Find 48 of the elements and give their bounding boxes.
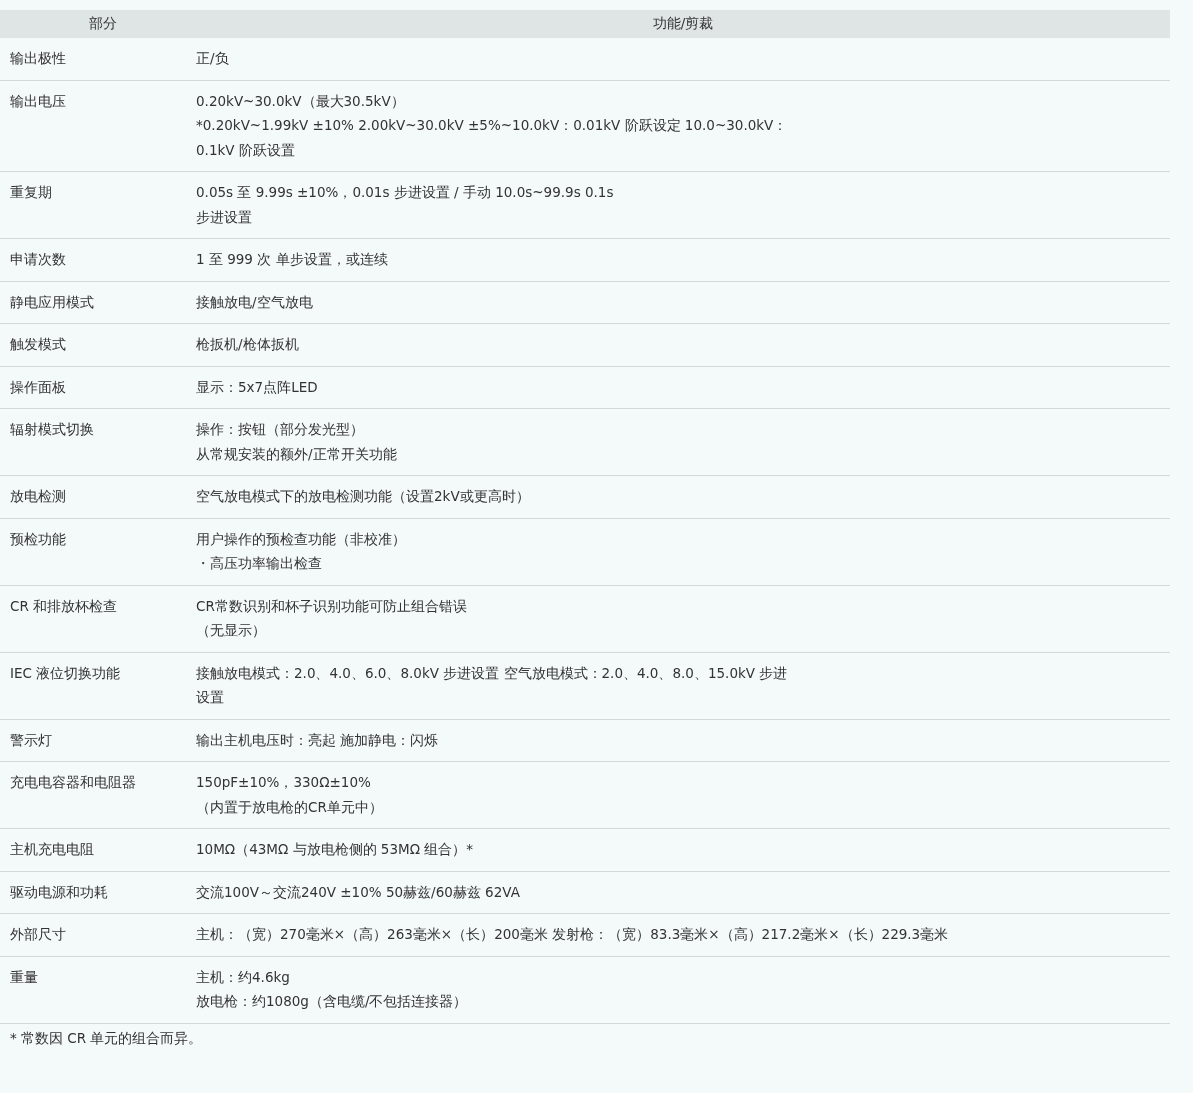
spec-label: 驱动电源和功耗: [9, 882, 109, 902]
spec-value: 放电枪：约1080g（含电缆/不包括连接器）: [196, 992, 469, 1011]
spec-value: 从常规安装的额外/正常开关功能: [196, 444, 398, 464]
spec-value: CR常数识别和杯子识别功能可防止组合错误: [196, 596, 468, 616]
spec-label: 重复期: [9, 183, 53, 202]
spec-value: 0.1kV 阶跃设置: [196, 140, 296, 160]
spec-value: 用户操作的预检查功能（非校准）: [196, 529, 407, 549]
spec-value: 交流100V～交流240V ±10% 50赫兹/60赫兹 62VA: [196, 882, 521, 902]
spec-value: 10MΩ（43MΩ 与放电枪侧的 53MΩ 组合）*: [196, 840, 475, 859]
spec-label: 预检功能: [9, 529, 67, 549]
spec-value: 主机：约4.6kg: [196, 967, 291, 987]
spec-value: 0.05s 至 9.99s ±10%，0.01s 步进设置 / 手动 10.0s~99.9s 0.1s: [196, 183, 615, 202]
spec-value: 150pF±10%，330Ω±10%: [196, 773, 372, 792]
column-header: 功能/剪裁: [651, 15, 715, 33]
spec-value: *0.20kV~1.99kV ±10% 2.00kV~30.0kV ±5%~10.0kV：0.01kV 阶跃设定 10.0~30.0kV：: [196, 116, 789, 135]
spec-label: 触发模式: [9, 335, 67, 354]
spec-label: IEC 液位切换功能: [9, 663, 122, 683]
spec-value: ・高压功率输出检查: [196, 554, 323, 573]
spec-value: 正/负: [196, 49, 230, 68]
spec-label: 输出极性: [9, 49, 67, 68]
spec-value: 操作：按钮（部分发光型）: [196, 420, 365, 439]
spec-label: CR 和排放杯检查: [9, 596, 119, 616]
spec-label: 充电电容器和电阻器: [9, 773, 137, 792]
spec-value: 接触放电/空气放电: [196, 292, 314, 312]
spec-value: 1 至 999 次 单步设置，或连续: [196, 250, 389, 269]
spec-value: 显示：5x7点阵LED: [196, 377, 319, 397]
spec-value: 步进设置: [196, 207, 253, 227]
spec-value: 空气放电模式下的放电检测功能（设置2kV或更高时）: [196, 487, 531, 506]
spec-label: 静电应用模式: [9, 292, 95, 312]
spec-value: 设置: [196, 688, 225, 707]
spec-label: 辐射模式切换: [9, 420, 95, 439]
spec-label: 外部尺寸: [9, 925, 67, 944]
spec-label: 申请次数: [9, 250, 67, 269]
spec-value: 主机：（宽）270毫米×（高）263毫米×（长）200毫米 发射枪：（宽）83.3毫米×（高）217.2毫米×（长）229.3毫米: [196, 925, 950, 944]
spec-value: 0.20kV~30.0kV（最大30.5kV）: [196, 91, 406, 111]
spec-value: （内置于放电枪的CR单元中）: [196, 797, 384, 817]
spec-value: （无显示）: [196, 621, 267, 640]
spec-label: 放电检测: [9, 487, 67, 506]
spec-label: 重量: [9, 967, 39, 987]
spec-value: 接触放电模式：2.0、4.0、6.0、8.0kV 步进设置 空气放电模式：2.0、4.0、8.0、15.0kV 步进: [196, 663, 789, 683]
spec-label: 警示灯: [9, 730, 53, 750]
spec-label: 操作面板: [9, 377, 67, 397]
spec-value: 枪扳机/枪体扳机: [196, 335, 300, 354]
spec-value: 输出主机电压时：亮起 施加静电：闪烁: [196, 730, 440, 750]
spec-label: 输出电压: [9, 91, 67, 111]
footnote: * 常数因 CR 单元的组合而异。: [9, 1028, 204, 1048]
spec-label: 主机充电电阻: [9, 840, 95, 859]
column-header: 部分: [88, 15, 118, 33]
